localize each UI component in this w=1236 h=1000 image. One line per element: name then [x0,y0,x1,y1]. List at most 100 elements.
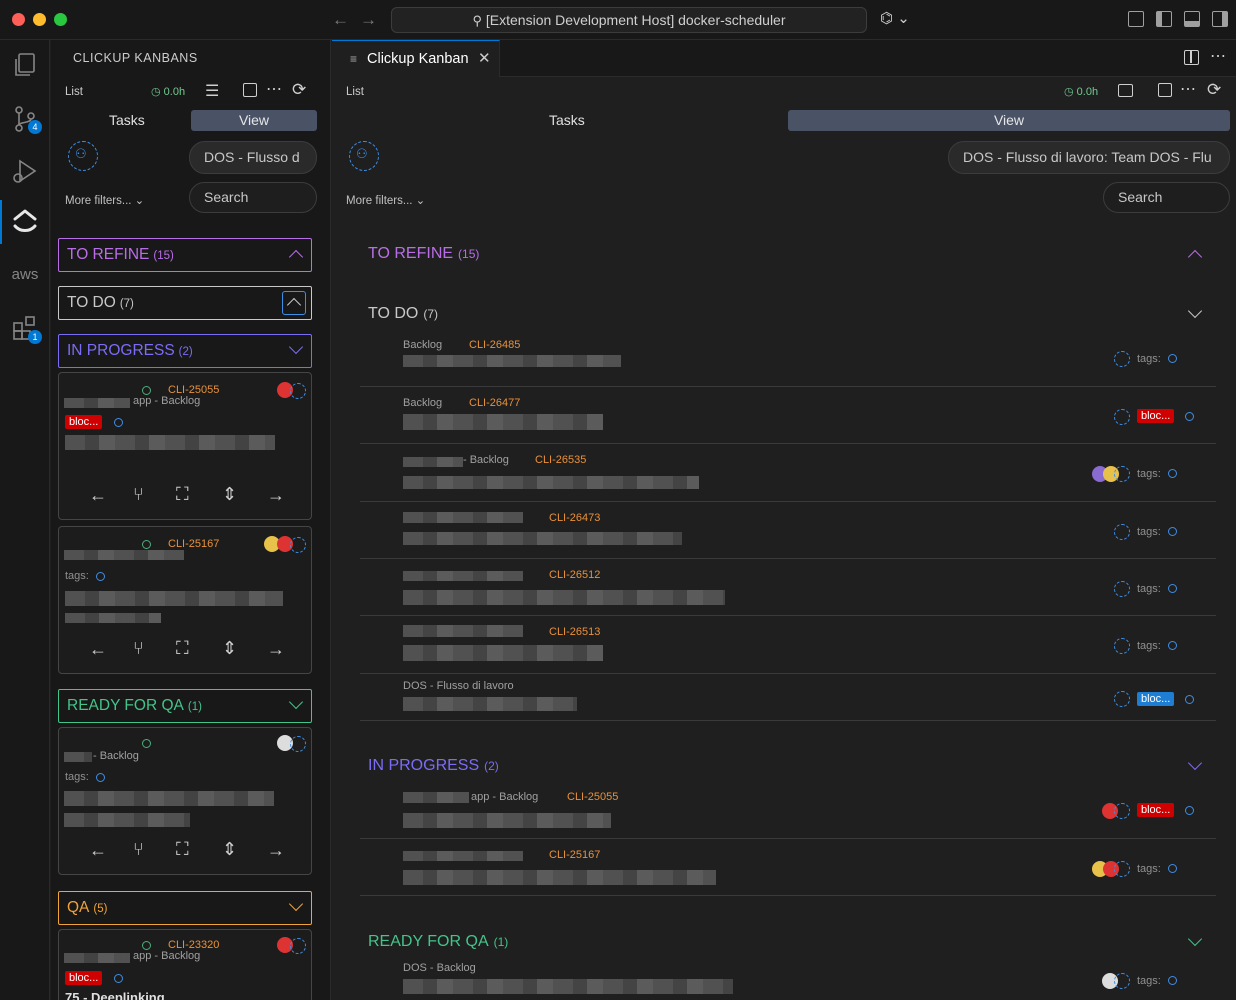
add-assignee-icon[interactable] [290,537,306,553]
task-row[interactable]: CLI-26512 tags: [360,559,1216,616]
task-row[interactable]: DOS - Flusso di lavoro bloc... [360,674,1216,721]
search-input[interactable]: Search [1103,182,1230,213]
add-assignee-icon[interactable] [1114,691,1130,707]
blocked-tag[interactable]: bloc... [1137,692,1175,706]
add-assignee-icon[interactable] [1114,861,1130,877]
collapse-button[interactable] [282,291,306,315]
task-id[interactable]: CLI-26473 [549,512,600,524]
forward-arrow-icon[interactable]: → [360,10,377,30]
add-tag-icon[interactable] [1168,641,1177,650]
blocked-tag[interactable]: bloc... [1137,409,1175,423]
more-actions-icon[interactable]: ⋯ [266,79,282,99]
task-id[interactable]: CLI-25167 [168,538,219,550]
clickup-open-icon[interactable]: ⇕ [222,839,237,860]
task-id[interactable]: CLI-26535 [535,454,586,466]
tasks-toggle[interactable]: Tasks [109,112,145,128]
blocked-tag[interactable]: bloc... [65,415,103,429]
add-tag-icon[interactable] [1168,864,1177,873]
task-id[interactable]: CLI-26512 [549,569,600,581]
board-view-icon[interactable] [1118,84,1133,97]
task-row[interactable]: Backlog CLI-26477 bloc... [360,387,1216,444]
save-icon[interactable] [243,83,257,97]
add-tag-icon[interactable] [1168,527,1177,536]
add-assignee-icon[interactable] [290,938,306,954]
move-left-icon[interactable]: ← [89,639,107,660]
clickup-icon[interactable] [10,206,40,236]
move-right-icon[interactable]: → [267,485,285,506]
group-header-to-do[interactable]: TO DO (7) [58,286,312,320]
blocked-tag[interactable]: bloc... [1137,803,1175,817]
view-toggle[interactable]: View [788,110,1230,131]
task-card[interactable]: CLI-25055 app - Backlog bloc... ← ⑂ ⛶ ⇕ … [58,372,312,520]
add-assignee-icon[interactable] [1114,803,1130,819]
task-id[interactable]: CLI-26477 [469,397,520,409]
more-actions-icon[interactable]: ⋯ [1210,46,1226,66]
task-row[interactable]: DOS - Backlog tags: [360,958,1216,1000]
task-row[interactable]: CLI-26473 tags: [360,502,1216,559]
add-assignee-icon[interactable] [1114,581,1130,597]
task-id[interactable]: CLI-26485 [469,339,520,351]
add-tag-icon[interactable] [1168,976,1177,985]
task-card[interactable]: CLI-25167 tags: ← ⑂ ⛶ ⇕ → [58,526,312,674]
task-row[interactable]: CLI-26513 tags: [360,617,1216,674]
tab-clickup-kanban[interactable]: ≡ Clickup Kanban ✕ [332,40,500,77]
search-input[interactable]: Search [189,182,317,213]
add-assignee-icon[interactable] [1114,973,1130,989]
add-assignee-icon[interactable] [1114,466,1130,482]
task-row[interactable]: Backlog CLI-26485 tags: [360,330,1216,387]
save-icon[interactable] [1158,83,1172,97]
clickup-open-icon[interactable]: ⇕ [222,484,237,505]
expand-icon[interactable]: ⛶ [176,638,189,659]
refresh-icon[interactable]: ⟳ [1207,80,1221,100]
add-assignee-icon[interactable] [1114,524,1130,540]
group-header-ready-for-qa[interactable]: READY FOR QA (1) [58,689,312,723]
branch-icon[interactable]: ⑂ [133,839,144,860]
expand-icon[interactable]: ⛶ [176,839,189,860]
maximize-window-button[interactable] [54,13,67,26]
task-row[interactable]: - Backlog CLI-26535 tags: [360,445,1216,502]
clickup-open-icon[interactable]: ⇕ [222,638,237,659]
add-assignee-icon[interactable] [1114,351,1130,367]
task-row[interactable]: app - Backlog CLI-25055 bloc... [360,782,1216,839]
source-control-icon[interactable]: 4 [10,104,42,134]
add-tag-icon[interactable] [1168,354,1177,363]
explorer-icon[interactable] [10,50,40,80]
task-id[interactable]: CLI-25167 [549,849,600,861]
extensions-icon[interactable]: 1 [10,312,42,344]
add-tag-icon[interactable] [1185,695,1194,704]
branch-icon[interactable]: ⑂ [133,638,144,659]
task-id[interactable]: CLI-25055 [567,791,618,803]
back-arrow-icon[interactable]: ← [332,10,349,30]
workspace-selector[interactable]: DOS - Flusso d [189,141,317,174]
add-assignee-icon[interactable] [1114,409,1130,425]
task-id[interactable]: CLI-26513 [549,626,600,638]
expand-icon[interactable]: ⛶ [176,484,189,505]
toggle-panel-icon[interactable] [1184,11,1200,27]
workspace-selector[interactable]: DOS - Flusso di lavoro: Team DOS - Flu [948,141,1230,174]
chevron-up-icon[interactable] [1187,249,1203,265]
minimize-window-button[interactable] [33,13,46,26]
add-tag-icon[interactable] [114,974,123,983]
add-tag-icon[interactable] [1168,584,1177,593]
group-header-to-refine[interactable]: TO REFINE (15) [58,238,312,272]
chevron-down-icon[interactable] [1187,931,1203,947]
list-view-icon[interactable]: ☰ [205,81,219,101]
tasks-toggle[interactable]: Tasks [549,112,585,128]
add-tag-icon[interactable] [114,418,123,427]
add-assignee-icon[interactable] [1114,638,1130,654]
move-left-icon[interactable]: ← [89,840,107,861]
branch-icon[interactable]: ⑂ [133,484,144,505]
chevron-down-icon[interactable] [1187,303,1203,319]
customize-layout-icon[interactable] [1128,11,1144,27]
add-tag-icon[interactable] [96,572,105,581]
blocked-tag[interactable]: bloc... [65,971,103,985]
toggle-secondary-sidebar-icon[interactable] [1212,11,1228,27]
add-tag-icon[interactable] [96,773,105,782]
close-tab-icon[interactable]: ✕ [478,49,491,67]
copilot-icon[interactable]: ⌬ ⌄ [880,9,910,27]
group-header-to-do[interactable]: TO DO (7) [368,305,438,323]
move-left-icon[interactable]: ← [89,485,107,506]
assignee-filter-icon[interactable]: ⚇ [68,141,98,171]
add-tag-icon[interactable] [1185,806,1194,815]
group-header-to-refine[interactable]: TO REFINE (15) [368,245,479,263]
